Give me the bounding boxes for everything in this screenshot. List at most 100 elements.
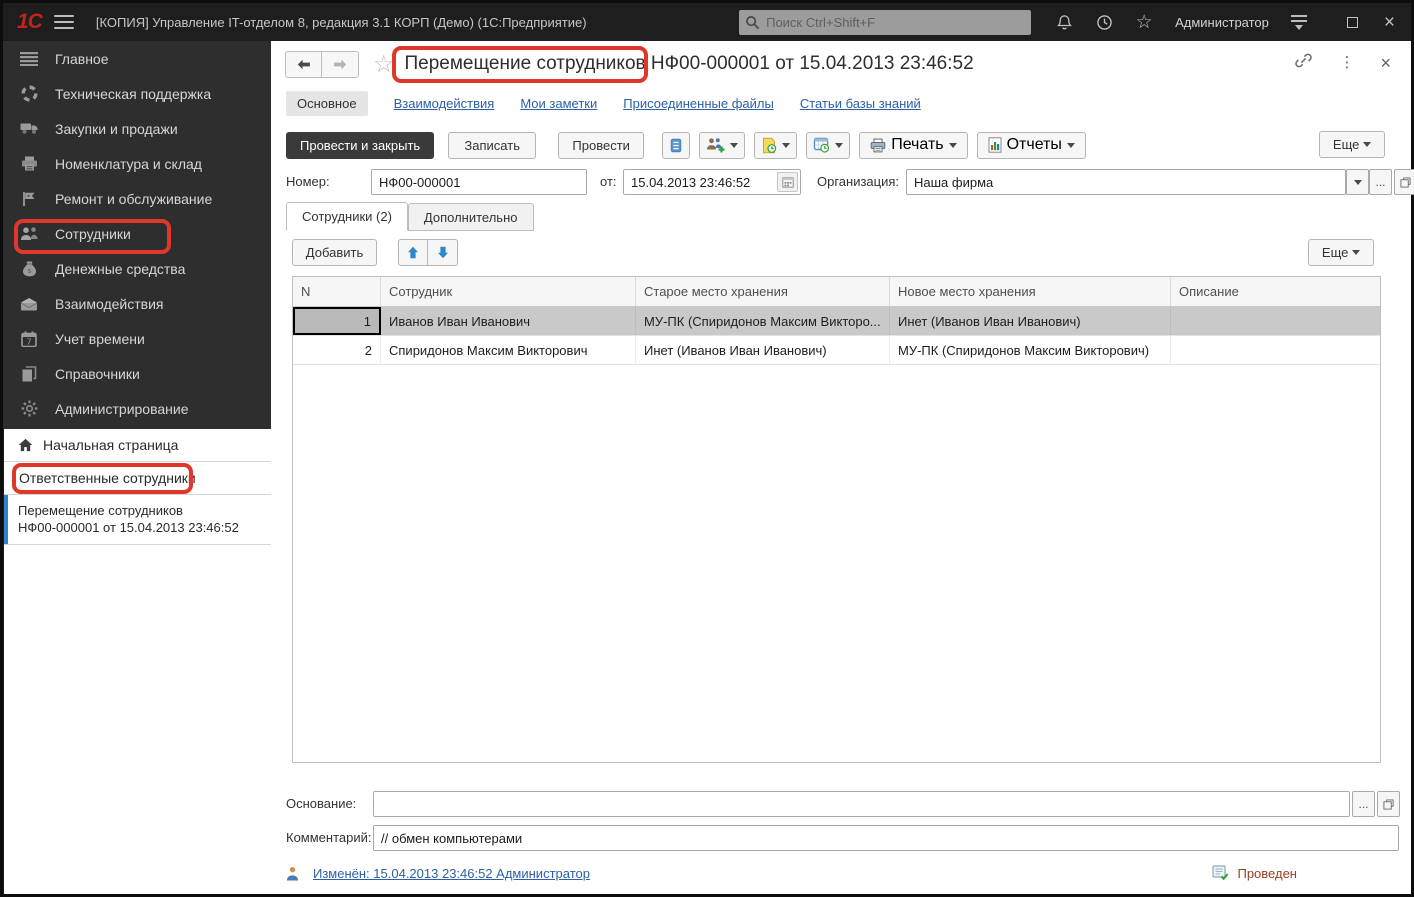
tab-additional[interactable]: Дополнительно	[408, 203, 534, 231]
save-button[interactable]: Записать	[448, 132, 536, 159]
more-actions-button[interactable]: Еще	[1319, 131, 1385, 158]
column-header-n[interactable]: N	[293, 277, 381, 306]
register-records-button[interactable]	[662, 132, 690, 159]
cell-old-place[interactable]: Инет (Иванов Иван Иванович)	[636, 336, 890, 364]
nav-tab-main[interactable]: Основное	[286, 91, 368, 116]
nav-link-notes[interactable]: Мои заметки	[520, 96, 597, 111]
gear-icon	[19, 400, 39, 418]
column-header-description[interactable]: Описание	[1171, 277, 1380, 306]
sidebar-item-timetracking[interactable]: 7 Учет времени	[3, 321, 271, 356]
basis-ellipsis-button[interactable]: ...	[1352, 791, 1375, 817]
open-window-employee-movement[interactable]: Перемещение сотрудников НФ00-000001 от 1…	[4, 495, 271, 545]
sidebar-item-purchases[interactable]: Закупки и продажи	[3, 111, 271, 146]
window-title: [КОПИЯ] Управление IT-отделом 8, редакци…	[96, 15, 587, 30]
home-icon	[18, 438, 33, 452]
create-document-button[interactable]	[754, 132, 797, 159]
sidebar-item-interactions[interactable]: Взаимодействия	[3, 286, 271, 321]
sidebar-item-main[interactable]: Главное	[3, 41, 271, 76]
history-icon[interactable]	[1095, 13, 1113, 31]
nav-link-attached-files[interactable]: Присоединенные файлы	[623, 96, 774, 111]
app-window: 1С [КОПИЯ] Управление IT-отделом 8, реда…	[0, 0, 1414, 897]
tab-employees[interactable]: Сотрудники (2)	[286, 202, 408, 231]
hamburger-menu-icon[interactable]	[54, 15, 74, 29]
sidebar: Главное Техническая поддержка Закупки и …	[3, 41, 271, 894]
column-header-old-place[interactable]: Старое место хранения	[636, 277, 890, 306]
sidebar-item-employees[interactable]: Сотрудники	[3, 216, 271, 251]
notifications-bell-icon[interactable]	[1055, 13, 1073, 31]
search-input[interactable]	[766, 15, 1025, 30]
add-row-button[interactable]: Добавить	[292, 239, 377, 266]
calendar-icon: 7	[19, 330, 39, 348]
table-more-button[interactable]: Еще	[1308, 239, 1374, 266]
posted-status-text: Проведен	[1237, 866, 1297, 881]
basis-open-button[interactable]	[1377, 791, 1400, 817]
organization-field[interactable]: Наша фирма	[906, 169, 1346, 195]
form-navigation: Основное Взаимодействия Мои заметки Прис…	[286, 89, 921, 117]
document-form: ☆ Перемещение сотрудников НФ00-000001 от…	[271, 41, 1411, 894]
titlebar: 1С [КОПИЯ] Управление IT-отделом 8, реда…	[3, 3, 1411, 41]
nav-link-interactions[interactable]: Взаимодействия	[394, 96, 495, 111]
scheduled-tasks-button[interactable]	[806, 132, 850, 159]
money-icon: s	[19, 260, 39, 278]
comment-field[interactable]: // обмен компьютерами	[373, 825, 1399, 851]
cell-n[interactable]: 1	[293, 307, 381, 335]
command-bar: Провести и закрыть Записать Провести Печ…	[286, 131, 1397, 159]
nav-link-knowledge-base[interactable]: Статьи базы знаний	[800, 96, 921, 111]
date-label: от:	[600, 174, 617, 189]
close-window-button[interactable]: ×	[1384, 13, 1395, 32]
dropdown-caret	[782, 143, 790, 148]
number-field[interactable]: НФ00-000001	[371, 169, 587, 195]
organization-label: Организация:	[817, 174, 899, 189]
sidebar-item-administration[interactable]: Администрирование	[3, 391, 271, 426]
create-based-on-employees-button[interactable]	[699, 132, 745, 159]
sidebar-item-money[interactable]: s Денежные средства	[3, 251, 271, 286]
date-field[interactable]: 15.04.2013 23:46:52	[623, 169, 801, 195]
service-menu-icon[interactable]	[1291, 15, 1307, 30]
move-row-down-button[interactable]	[428, 239, 458, 266]
cell-new-place[interactable]: Инет (Иванов Иван Иванович)	[890, 307, 1171, 335]
print-button[interactable]: Печать	[859, 132, 967, 159]
number-label: Номер:	[286, 174, 330, 189]
global-search[interactable]	[739, 10, 1031, 35]
column-header-employee[interactable]: Сотрудник	[381, 277, 636, 306]
sidebar-item-support[interactable]: Техническая поддержка	[3, 76, 271, 111]
table-row[interactable]: 1 Иванов Иван Иванович МУ-ПК (Спиридонов…	[293, 307, 1380, 336]
employees-table[interactable]: N Сотрудник Старое место хранения Новое …	[292, 276, 1381, 763]
cell-old-place[interactable]: МУ-ПК (Спиридонов Максим Викторо...	[636, 307, 890, 335]
basis-field[interactable]	[373, 791, 1350, 817]
favorites-star-icon[interactable]: ☆	[1135, 13, 1153, 31]
reports-button[interactable]: Отчеты	[977, 132, 1086, 159]
post-and-close-button[interactable]: Провести и закрыть	[286, 132, 434, 159]
sidebar-item-catalogs[interactable]: Справочники	[3, 356, 271, 391]
home-page-item[interactable]: Начальная страница	[4, 429, 271, 462]
open-window-responsible-employees[interactable]: Ответственные сотрудники	[4, 462, 271, 495]
cell-n[interactable]: 2	[293, 336, 381, 364]
move-row-up-button[interactable]	[398, 239, 428, 266]
sidebar-item-warehouse[interactable]: Номенклатура и склад	[3, 146, 271, 181]
current-user[interactable]: Администратор	[1175, 15, 1269, 30]
cell-employee[interactable]: Спиридонов Максим Викторович	[381, 336, 636, 364]
cell-description[interactable]	[1171, 307, 1380, 335]
post-button[interactable]: Провести	[558, 132, 644, 159]
calendar-picker-icon[interactable]	[777, 172, 798, 192]
sidebar-item-repair[interactable]: Ремонт и обслуживание	[3, 181, 271, 216]
organization-open-button[interactable]	[1394, 169, 1414, 195]
organization-ellipsis-button[interactable]: ...	[1369, 169, 1392, 195]
svg-text:7: 7	[26, 337, 31, 346]
table-toolbar: Добавить Еще	[292, 239, 1397, 266]
cell-description[interactable]	[1171, 336, 1380, 364]
back-button[interactable]	[285, 51, 322, 78]
forward-button[interactable]	[322, 51, 359, 78]
cell-new-place[interactable]: МУ-ПК (Спиридонов Максим Викторович)	[890, 336, 1171, 364]
close-form-icon[interactable]: ×	[1380, 54, 1391, 72]
table-row[interactable]: 2 Спиридонов Максим Викторович Инет (Ива…	[293, 336, 1380, 365]
get-link-icon[interactable]	[1294, 53, 1313, 72]
maximize-button[interactable]	[1347, 17, 1358, 28]
favorite-star-icon[interactable]: ☆	[373, 50, 395, 79]
organization-dropdown-button[interactable]	[1346, 169, 1369, 195]
column-header-new-place[interactable]: Новое место хранения	[890, 277, 1171, 306]
modified-history-link[interactable]: Изменён: 15.04.2013 23:46:52 Администрат…	[313, 866, 590, 881]
cell-employee[interactable]: Иванов Иван Иванович	[381, 307, 636, 335]
support-icon	[19, 85, 39, 103]
more-menu-icon[interactable]: ⋮	[1339, 55, 1354, 70]
